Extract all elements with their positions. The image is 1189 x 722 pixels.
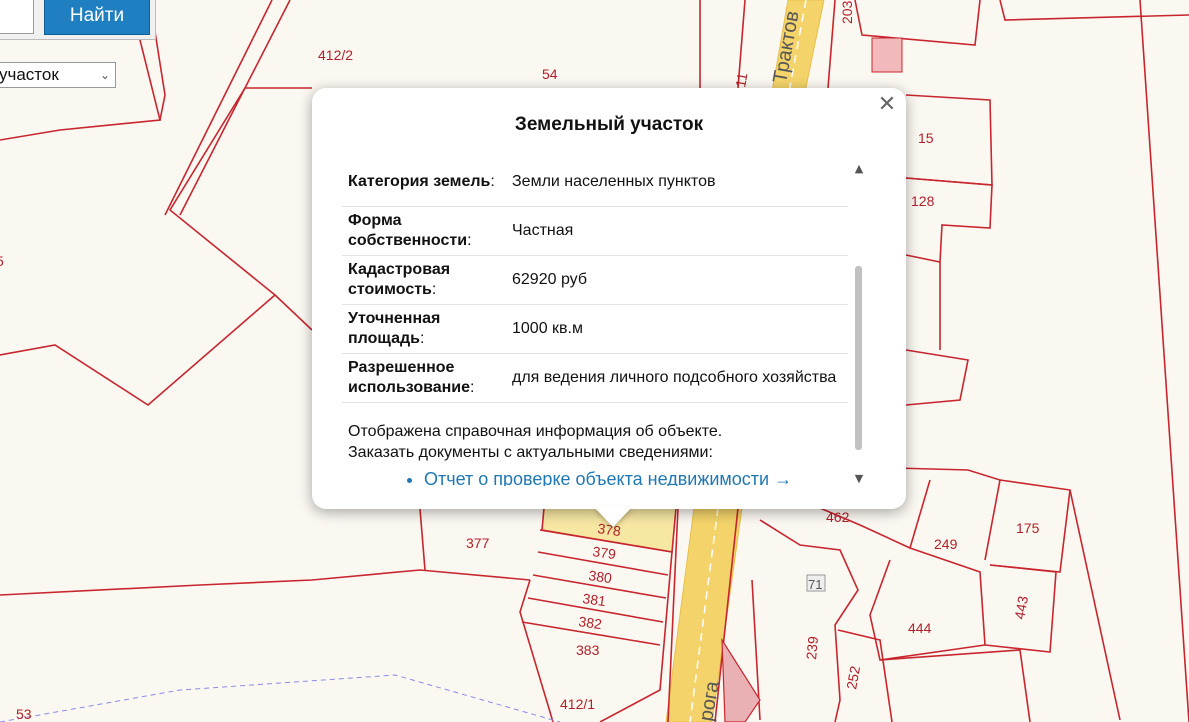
info-note: Отображена справочная информация об объе…: [348, 421, 828, 463]
property-value: 1000 кв.м: [506, 304, 848, 354]
parcel-boundary: [1069, 489, 1121, 721]
note-line: Отображена справочная информация об объе…: [348, 423, 723, 440]
table-row: Кадастровая стоимость: 62920 руб: [342, 255, 848, 305]
district-boundary: [0, 674, 561, 722]
parcel-label: 252: [843, 665, 863, 691]
close-icon[interactable]: ✕: [876, 94, 898, 116]
table-row: Форма собственности: Частная: [342, 206, 848, 256]
popup-pointer: [594, 507, 632, 527]
parcel-boundary: [0, 87, 312, 406]
parcel-label: 15: [918, 130, 934, 146]
parcel-boundary: [827, 0, 836, 89]
scroll-down-icon[interactable]: ▼: [848, 470, 870, 488]
search-input[interactable]: [0, 0, 34, 34]
parcel-label: 239: [803, 635, 821, 660]
parcel-boundary: [164, 0, 273, 216]
property-value: для ведения личного подсобного хозяйства: [506, 353, 848, 403]
property-key: Кадастровая стоимость: [348, 261, 451, 298]
popup-content[interactable]: Категория земель: Земли населенных пункт…: [342, 158, 872, 486]
parcel-label: 383: [576, 642, 600, 658]
report-list: Отчет о проверке объекта недвижимости →: [342, 469, 872, 486]
property-key: Уточненная площадь: [348, 310, 441, 347]
popup-title: Земельный участок: [514, 114, 704, 135]
parcel-label: 412/2: [318, 47, 353, 63]
parcel-boundary: [759, 519, 859, 722]
property-key: Разрешенное использование: [348, 359, 471, 396]
building-number: 71: [808, 577, 822, 592]
parcel-boundary: [869, 547, 986, 661]
parcel-boundary: [419, 508, 426, 571]
parcel-boundary: [1139, 0, 1189, 722]
parcel-label: 249: [934, 536, 958, 552]
parcel-label: 175: [1016, 520, 1040, 536]
table-row: Категория земель: Земли населенных пункт…: [342, 158, 848, 207]
parcel-label: 54: [542, 66, 558, 82]
parcel-label: 379: [592, 543, 618, 562]
building: [871, 37, 903, 73]
parcel-label: 382: [578, 613, 604, 632]
object-type-select[interactable]: участок ⌄: [0, 62, 116, 88]
parcel-label: 412/1: [560, 696, 595, 712]
table-row: Уточненная площадь: 1000 кв.м: [342, 304, 848, 354]
parcel-label: 377: [466, 535, 490, 551]
property-key: Категория земель: [348, 173, 491, 190]
parcel-label: 380: [588, 567, 614, 586]
parcel-info-popup: ✕ Земельный участок Категория земель: Зе…: [312, 88, 906, 509]
chevron-down-icon: ⌄: [99, 68, 110, 82]
property-key: Форма собственности: [348, 212, 468, 249]
parcel-boundary: [0, 569, 531, 596]
find-button[interactable]: Найти: [44, 0, 150, 35]
building: [721, 637, 761, 722]
popup-scrollbar[interactable]: ▲ ▼: [848, 158, 870, 486]
parcel-label: 11: [732, 71, 750, 88]
parcel-boundary: [905, 177, 993, 263]
parcel-label: 381: [582, 590, 608, 609]
object-type-value: участок: [0, 65, 59, 84]
parcel-boundary: [999, 0, 1189, 21]
note-line: Заказать документы с актуальными сведени…: [348, 444, 713, 461]
property-value: Частная: [506, 206, 848, 256]
parcel-label: 444: [908, 620, 932, 636]
property-value: Земли населенных пунктов: [506, 158, 848, 207]
parcel-boundary: [905, 349, 969, 406]
parcel-boundary: [274, 294, 313, 331]
parcel-label: 462: [826, 509, 850, 525]
parcel-label: 5: [0, 253, 4, 269]
parcel-label: 128: [911, 193, 935, 209]
report-link[interactable]: Отчет о проверке объекта недвижимости →: [424, 469, 872, 486]
scroll-up-icon[interactable]: ▲: [848, 160, 870, 178]
parcel-boundary: [879, 649, 1031, 722]
table-row: Разрешенное использование: для ведения л…: [342, 353, 848, 403]
parcel-boundary: [179, 0, 291, 216]
parcel-label: 53: [16, 706, 32, 722]
scroll-thumb[interactable]: [855, 266, 862, 450]
property-value: 62920 руб: [506, 255, 848, 305]
properties-table: Категория земель: Земли населенных пункт…: [342, 158, 848, 403]
parcel-label: 203: [839, 0, 855, 24]
parcel-label: 443: [1011, 595, 1031, 621]
